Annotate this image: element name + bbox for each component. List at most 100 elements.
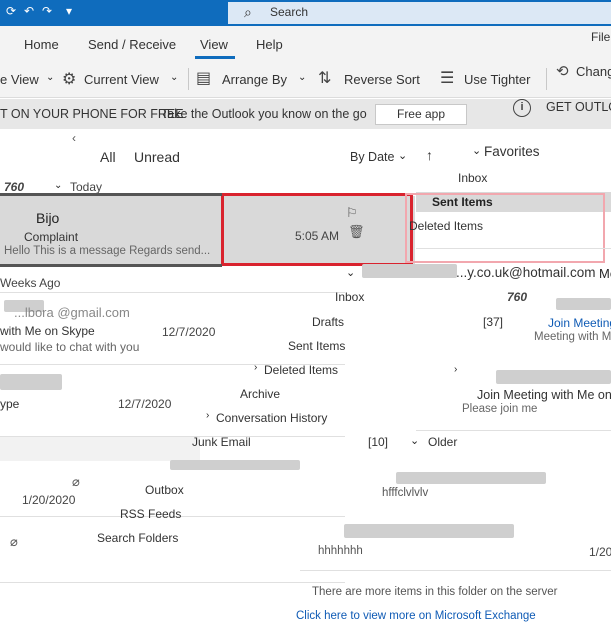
blurred-account (362, 264, 457, 278)
tab-active-indicator (195, 56, 235, 59)
fav-deleted-items[interactable]: Deleted Items (409, 219, 483, 233)
arrange-by-icon: ▤ (196, 70, 212, 87)
junk-count: [10] (368, 435, 389, 449)
group-older[interactable]: Older (428, 435, 457, 449)
search-icon: ⌕ (244, 4, 252, 20)
chevron-right-icon[interactable]: › (254, 362, 257, 373)
folder-sent-items[interactable]: Sent Items (288, 339, 345, 353)
blurred-sender (396, 472, 546, 484)
filter-all[interactable]: All (100, 149, 116, 165)
blurred-sender (0, 374, 62, 390)
chevron-right-icon[interactable]: › (206, 410, 209, 421)
message-sender: ...lbora @gmail.com (14, 305, 130, 320)
message-date: 12/7/2020 (118, 397, 172, 411)
change-view-button[interactable]: e View (0, 72, 39, 87)
chevron-down-icon[interactable]: ⌄ (398, 149, 407, 162)
chevron-down-icon[interactable]: ⌄ (410, 434, 419, 447)
meeting-preview: Meeting with M (534, 331, 611, 343)
message-preview: would like to chat with you (0, 340, 140, 354)
group-today[interactable]: Today (70, 180, 102, 194)
divider (0, 582, 345, 583)
view-more-link[interactable]: Click here to view more on Microsoft Exc… (296, 610, 536, 622)
message-preview: hfffclvlvlv (382, 487, 429, 499)
sort-arrow-icon[interactable]: ↑ (426, 147, 433, 163)
inbox-count: 760 (507, 290, 528, 304)
divider (300, 570, 611, 571)
flag-icon[interactable]: ⚐ (346, 205, 358, 221)
chevron-down-icon[interactable]: ⌄ (346, 266, 355, 279)
group-weeks-ago[interactable]: Weeks Ago (0, 276, 60, 290)
fav-inbox[interactable]: Inbox (458, 171, 487, 185)
search-placeholder: Search (270, 5, 309, 19)
tab-view[interactable]: View (200, 37, 228, 52)
banner-promo-text: T ON YOUR PHONE FOR FREE (0, 107, 184, 121)
chevron-down-icon: ⌄ (298, 72, 307, 83)
paperclip-icon: ⌀ (72, 474, 80, 489)
collapse-icon[interactable]: ‹ (72, 131, 76, 145)
message-subject: ype (0, 397, 20, 411)
banner-tagline: Take the Outlook you know on the go (161, 107, 367, 121)
folder-search-folders[interactable]: Search Folders (97, 531, 178, 545)
ribbon-separator (546, 68, 547, 90)
more-items-note: There are more items in this folder on t… (312, 586, 558, 598)
tab-help[interactable]: Help (256, 37, 283, 52)
reverse-sort-icon: ⇅ (318, 70, 332, 87)
mount-label: Mount (599, 266, 611, 281)
selection-border (0, 193, 222, 196)
get-outlook-link[interactable]: GET OUTLOO (546, 100, 611, 114)
tab-send-receive[interactable]: Send / Receive (88, 37, 176, 52)
free-app-button[interactable]: Free app (375, 104, 467, 125)
folder-outbox[interactable]: Outbox (145, 483, 184, 497)
chevron-right-icon[interactable]: › (454, 364, 457, 375)
arrange-by-button[interactable]: Arrange By (222, 72, 287, 87)
chevron-down-icon[interactable]: ⌄ (472, 144, 481, 157)
tab-file[interactable]: File (591, 30, 610, 44)
folder-conversation-history[interactable]: Conversation History (216, 411, 327, 425)
current-view-icon: ⚙ (62, 71, 77, 88)
filter-unread[interactable]: Unread (134, 149, 180, 165)
tab-home[interactable]: Home (24, 37, 59, 52)
use-tighter-button[interactable]: Use Tighter (464, 72, 530, 87)
change-button[interactable]: Chang (576, 64, 611, 79)
current-view-button[interactable]: Current View (84, 72, 159, 87)
customize-qat-icon[interactable]: ▾ (66, 4, 72, 18)
folder-archive[interactable]: Archive (240, 387, 280, 401)
favorites-header[interactable]: Favorites (484, 144, 540, 159)
message-preview: Hello This is a message Regards send... (4, 245, 211, 257)
join-meeting-skype[interactable]: Join Meeting with Me on (477, 388, 611, 402)
folder-deleted-items[interactable]: Deleted Items (264, 363, 338, 377)
refresh-icon[interactable]: ⟳ (6, 4, 16, 18)
change-icon: ⟲ (556, 63, 569, 80)
message-time: 5:05 AM (295, 229, 340, 243)
ribbon-separator (188, 68, 189, 90)
folder-inbox[interactable]: Inbox (335, 290, 364, 304)
redo-icon[interactable]: ↷ (42, 4, 52, 18)
message-sender: Bijo (36, 210, 60, 226)
group-count: 760 (4, 180, 25, 194)
selection-border (0, 264, 222, 267)
undo-icon[interactable]: ↶ (24, 4, 34, 18)
sort-by-date[interactable]: By Date (350, 150, 394, 164)
message-subject: with Me on Skype (0, 324, 95, 338)
group-header-bar (0, 437, 200, 461)
message-preview: Please join me (462, 403, 538, 415)
join-meeting-link[interactable]: Join Meeting (548, 316, 611, 330)
account-name[interactable]: ...y.co.uk@hotmail.com (456, 265, 596, 280)
use-tighter-icon: ☰ (440, 70, 455, 87)
reverse-sort-button[interactable]: Reverse Sort (344, 72, 420, 87)
delete-icon[interactable]: 🗑 (348, 224, 365, 240)
message-date: 1/20/2020 (22, 493, 76, 507)
blurred-sender (344, 524, 514, 538)
outlook-window: ⟳ ↶ ↷ ▾ ⌕ Search File Home Send / Receiv… (0, 0, 611, 624)
divider (416, 430, 611, 431)
chevron-down-icon: ⌄ (170, 72, 179, 83)
message-subject: Complaint (24, 230, 79, 244)
info-icon: i (513, 99, 531, 117)
blurred-folder (170, 460, 300, 470)
folder-rss-feeds[interactable]: RSS Feeds (120, 507, 181, 521)
blurred-sender (556, 298, 611, 310)
folder-junk-email[interactable]: Junk Email (192, 435, 251, 449)
drafts-count: [37] (483, 315, 504, 329)
folder-drafts[interactable]: Drafts (312, 315, 344, 329)
chevron-down-icon[interactable]: ⌄ (54, 180, 62, 191)
